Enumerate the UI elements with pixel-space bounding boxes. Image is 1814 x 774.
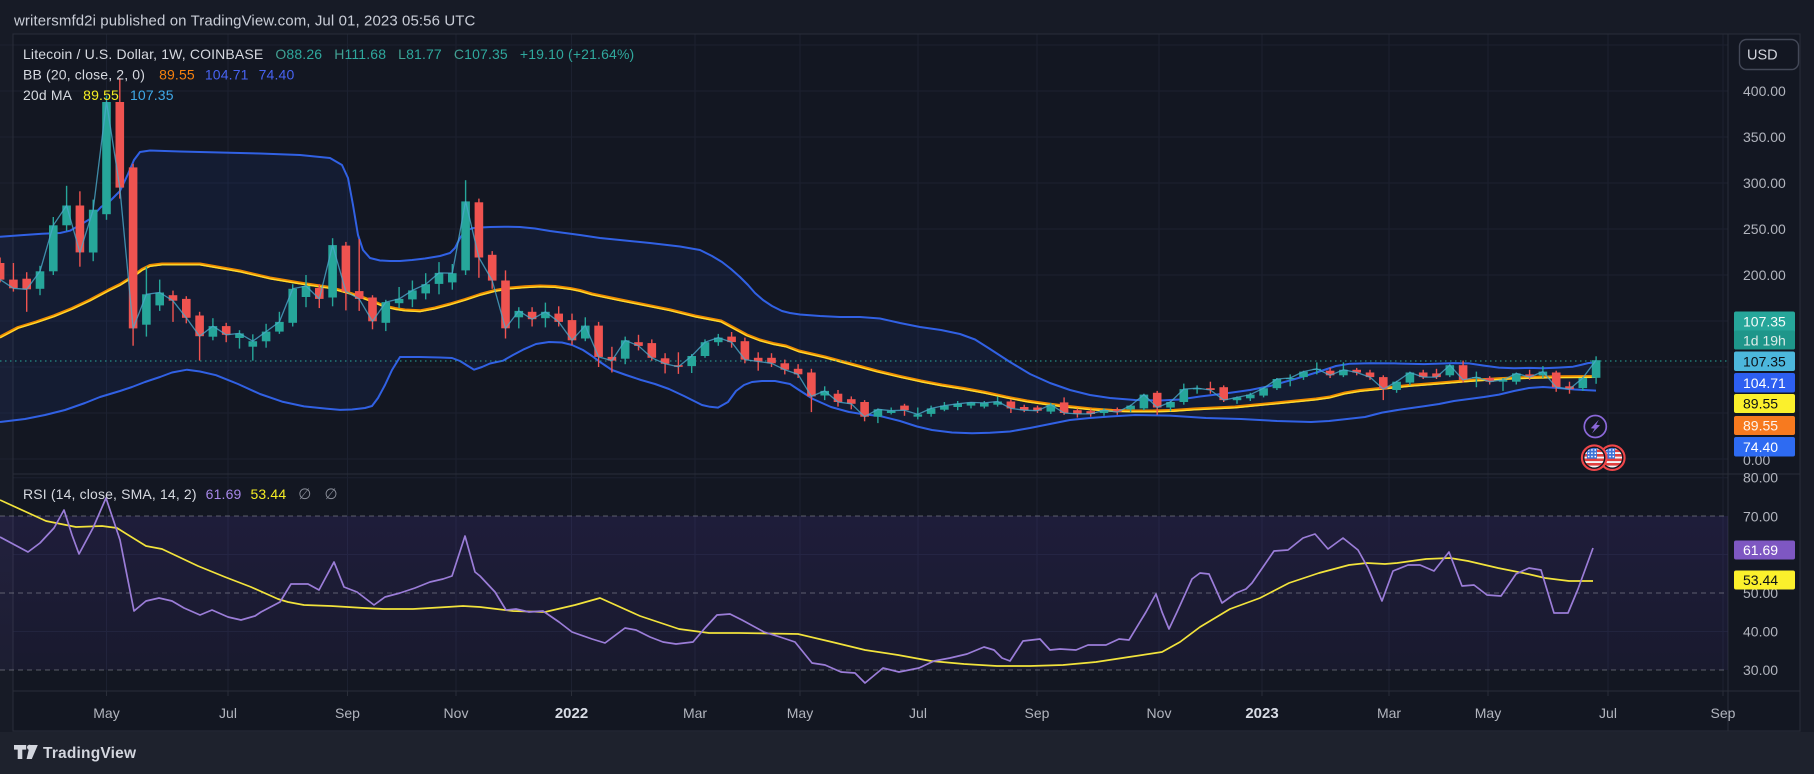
svg-text:20d MA89.55107.35: 20d MA89.55107.35	[23, 87, 174, 103]
svg-text:300.00: 300.00	[1743, 175, 1786, 191]
svg-text:Jul: Jul	[219, 705, 237, 721]
svg-text:May: May	[1475, 705, 1501, 721]
svg-text:Sep: Sep	[1025, 705, 1050, 721]
svg-text:2023: 2023	[1245, 705, 1278, 722]
svg-text:107.35: 107.35	[1743, 314, 1786, 330]
svg-text:Mar: Mar	[1377, 705, 1401, 721]
svg-text:May: May	[787, 705, 813, 721]
svg-text:Nov: Nov	[1147, 705, 1172, 721]
svg-text:400.00: 400.00	[1743, 83, 1786, 99]
svg-text:2022: 2022	[555, 705, 588, 722]
svg-text:Mar: Mar	[683, 705, 707, 721]
svg-text:Jul: Jul	[1599, 705, 1617, 721]
svg-text:Sep: Sep	[1711, 705, 1736, 721]
svg-text:104.71: 104.71	[1743, 375, 1786, 391]
svg-text:89.55: 89.55	[1743, 418, 1778, 434]
svg-text:writersmfd2i published on Trad: writersmfd2i published on TradingView.co…	[13, 13, 476, 30]
svg-text:1d 19h: 1d 19h	[1743, 333, 1786, 349]
svg-text:May: May	[93, 705, 119, 721]
svg-text:70.00: 70.00	[1743, 509, 1778, 525]
svg-text:200.00: 200.00	[1743, 267, 1786, 283]
svg-text:80.00: 80.00	[1743, 470, 1778, 486]
svg-text:40.00: 40.00	[1743, 624, 1778, 640]
svg-text:30.00: 30.00	[1743, 662, 1778, 678]
svg-text:53.44: 53.44	[1743, 572, 1778, 588]
svg-text:TradingView: TradingView	[43, 745, 137, 762]
svg-text:Jul: Jul	[909, 705, 927, 721]
svg-text:89.55: 89.55	[1743, 396, 1778, 412]
svg-text:350.00: 350.00	[1743, 129, 1786, 145]
svg-text:74.40: 74.40	[1743, 439, 1778, 455]
svg-text:61.69: 61.69	[1743, 542, 1778, 558]
svg-text:250.00: 250.00	[1743, 221, 1786, 237]
svg-text:Nov: Nov	[444, 705, 469, 721]
svg-text:USD: USD	[1747, 48, 1778, 64]
svg-text:107.35: 107.35	[1743, 353, 1786, 369]
svg-text:Sep: Sep	[335, 705, 360, 721]
